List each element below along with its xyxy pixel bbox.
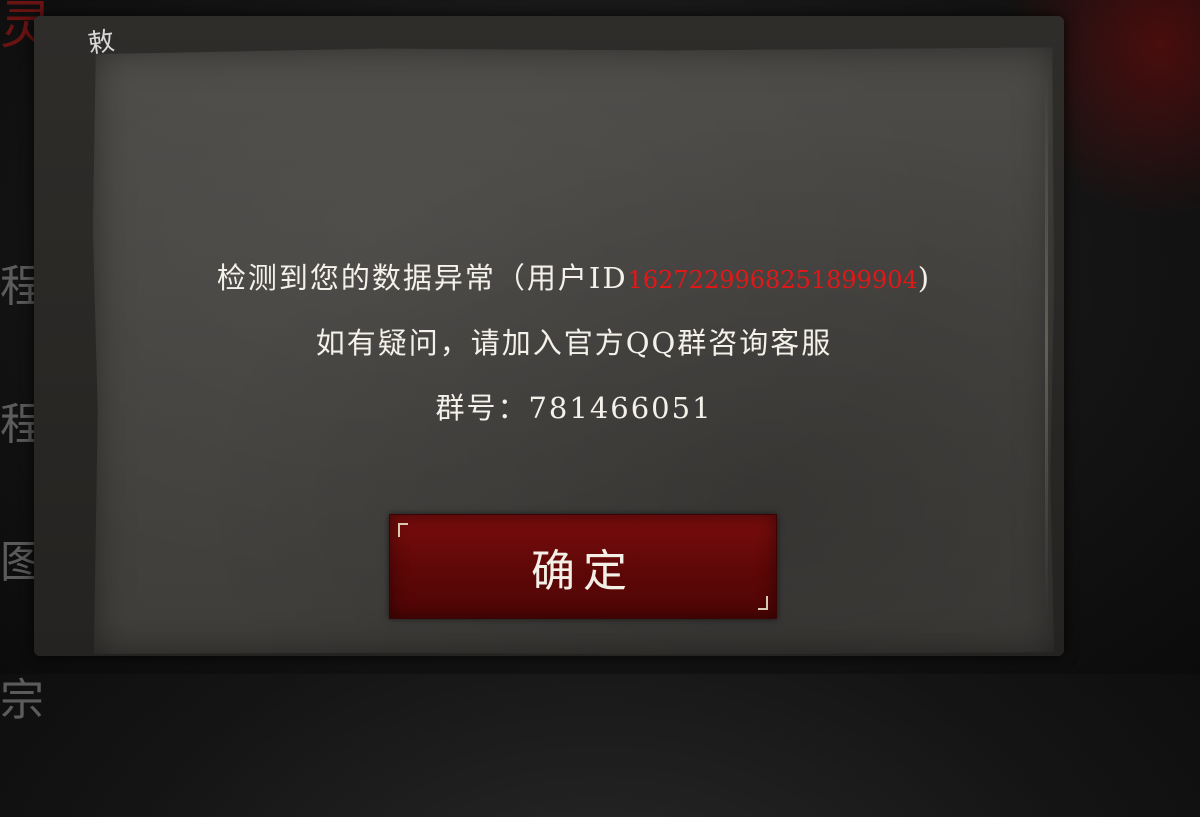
- side-menu-item: 宗: [0, 675, 44, 726]
- corner-bracket-icon: [398, 523, 408, 537]
- corner-bracket-icon: [758, 596, 768, 610]
- user-id: 1627229968251899904: [627, 266, 918, 294]
- message-line-2: 如有疑问，请加入官方QQ群咨询客服: [315, 326, 833, 360]
- message-prefix: 检测到您的数据异常（用户ID: [216, 261, 628, 295]
- message-suffix: ): [917, 261, 932, 295]
- data-anomaly-dialog: 检测到您的数据异常（用户ID1627229968251899904) 如有疑问，…: [92, 47, 1055, 655]
- group-number: 群号：781466051: [435, 391, 713, 425]
- message-line-1: 检测到您的数据异常（用户ID1627229968251899904): [93, 255, 1054, 297]
- confirm-button[interactable]: 确定: [389, 514, 777, 619]
- confirm-button-label: 确定: [531, 545, 635, 597]
